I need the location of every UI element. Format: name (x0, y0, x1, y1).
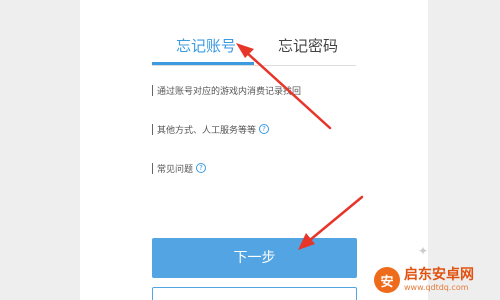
option-marker (152, 162, 153, 174)
help-icon[interactable]: ? (196, 163, 207, 173)
secondary-button[interactable] (152, 287, 357, 300)
watermark-title: 启东安卓网 (404, 267, 474, 283)
help-icon[interactable]: ? (259, 124, 270, 134)
option-other-methods[interactable]: 其他方式、人工服务等等 ? (152, 122, 270, 136)
active-tab-underline (152, 62, 254, 65)
option-faq[interactable]: 常见问题 ? (152, 161, 207, 175)
option-label: 通过账号对应的游戏内消费记录找回 (157, 86, 302, 97)
option-label: 常见问题 (157, 164, 194, 175)
next-step-button[interactable]: 下一步 (152, 238, 357, 278)
option-marker (152, 123, 153, 135)
tab-forgot-account[interactable]: 忘记账号 (176, 34, 236, 58)
sparkle-decoration: ✦ (418, 244, 429, 258)
tab-bar: 忘记账号 忘记密码 (152, 28, 356, 66)
left-margin (0, 0, 80, 300)
watermark-logo: 安 (374, 267, 400, 293)
site-watermark: 安 启东安卓网 www.qdtdq.com (374, 262, 498, 298)
option-label: 其他方式、人工服务等等 (157, 125, 257, 136)
option-marker (152, 84, 153, 96)
right-margin (428, 0, 500, 300)
watermark-url: www.qdtdq.com (404, 283, 469, 292)
option-consumption-record[interactable]: 通过账号对应的游戏内消费记录找回 (152, 83, 301, 97)
tab-forgot-password[interactable]: 忘记密码 (278, 34, 338, 58)
